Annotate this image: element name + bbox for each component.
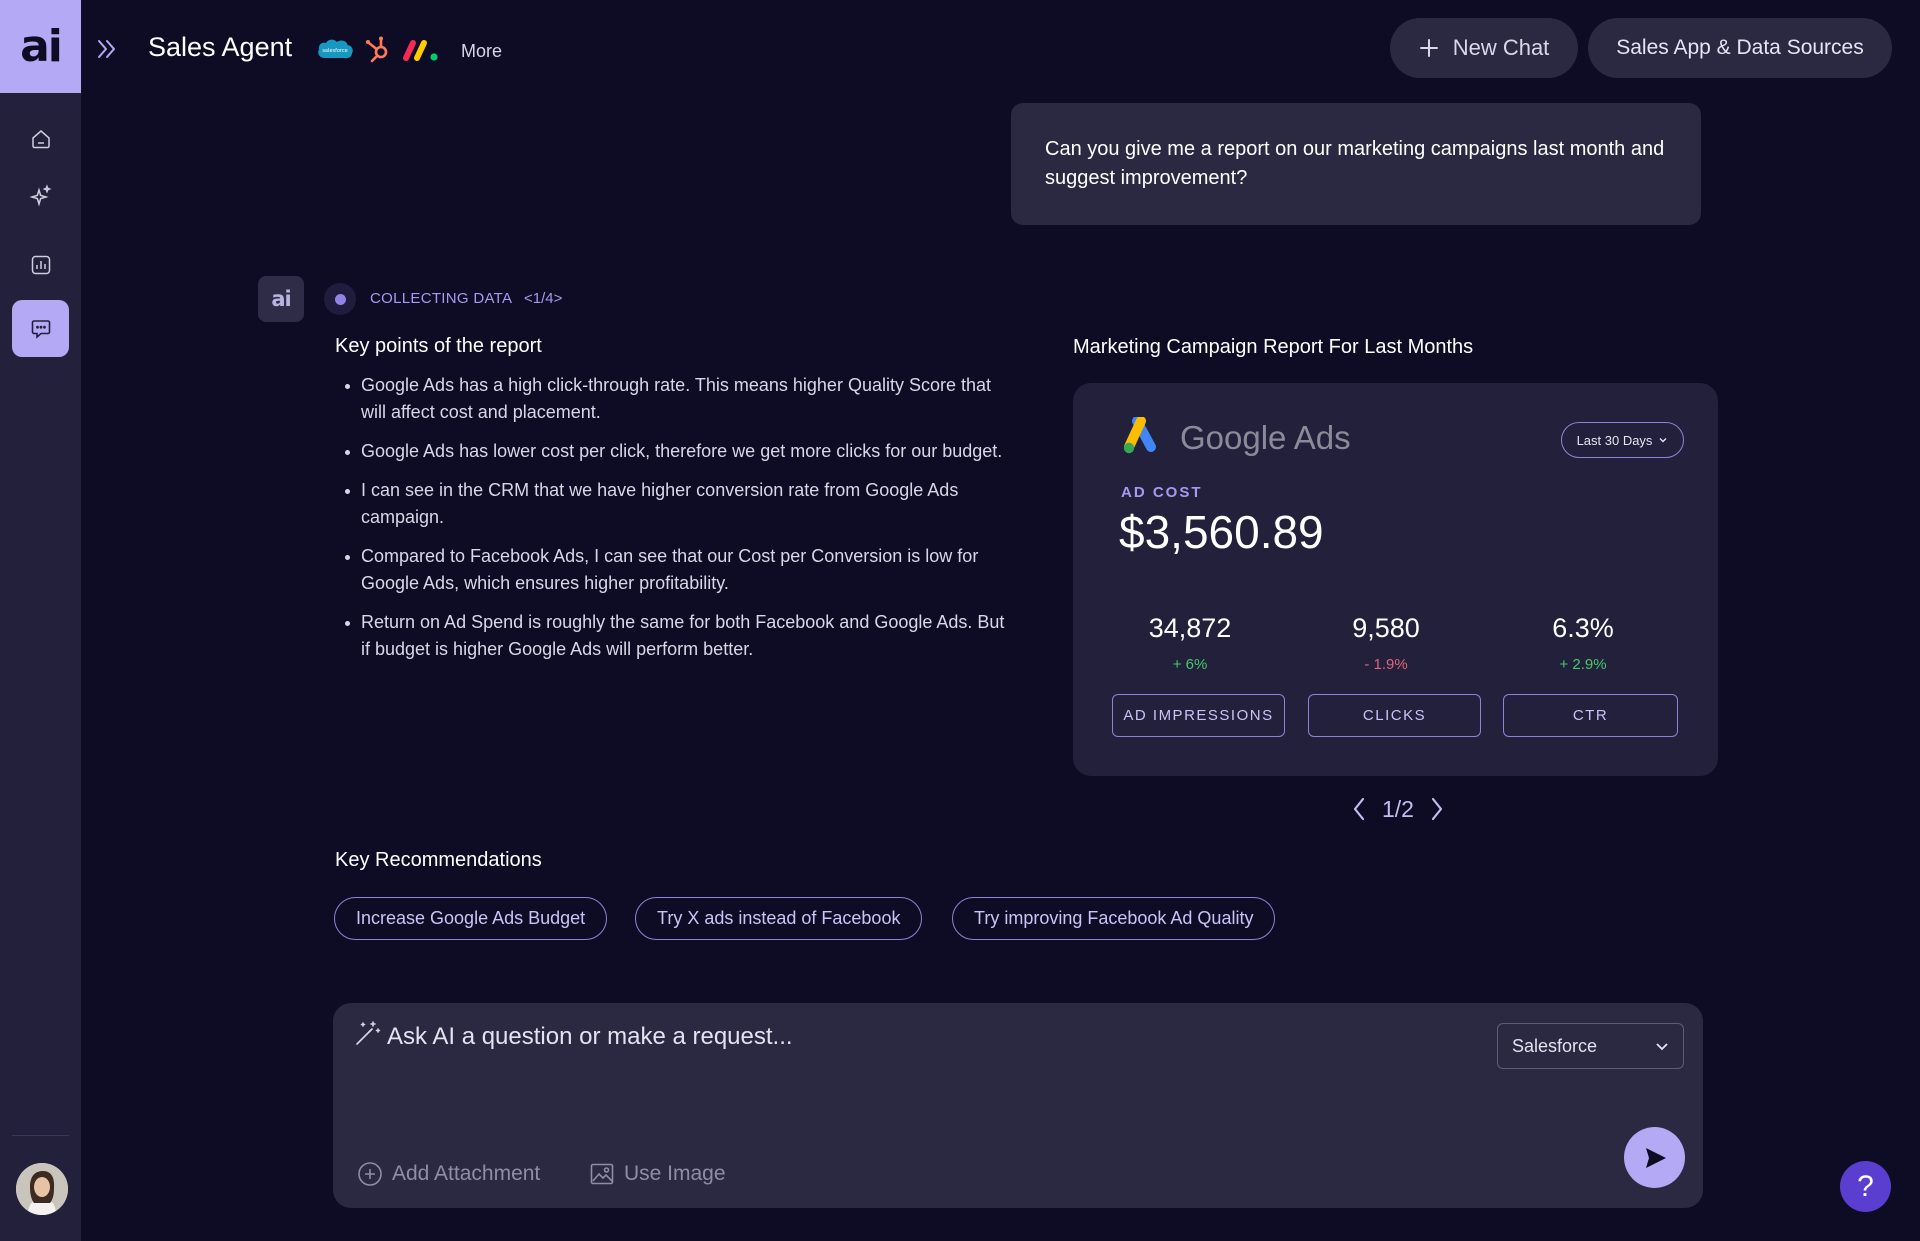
key-point: Google Ads has a high click-through rate… [335,372,1015,426]
sidebar-item-chat[interactable] [12,300,69,357]
recommendation-chip[interactable]: Try improving Facebook Ad Quality [952,897,1276,940]
sales-app-data-sources-button[interactable]: Sales App & Data Sources [1588,18,1892,78]
svg-text:salesforce: salesforce [322,48,347,54]
chevron-right-icon[interactable] [1428,795,1446,823]
metric-value: 34,872 [1148,613,1232,643]
metric-impressions: 34,872 + 6% [1104,613,1276,673]
key-points-title: Key points of the report [335,335,542,357]
key-point: I can see in the CRM that we have higher… [335,477,1015,531]
prompt-input[interactable] [387,1017,1387,1057]
plus-icon [1419,39,1438,57]
recommendation-chip[interactable]: Try X ads instead of Facebook [635,897,923,940]
key-points-list: Google Ads has a high click-through rate… [335,372,1015,675]
pager-label: 1/2 [1382,795,1414,822]
key-point: Compared to Facebook Ads, I can see that… [335,543,1015,597]
chat-icon [31,319,50,339]
metric-value: 9,580 [1352,613,1420,643]
google-ads-card: Google Ads Last 30 Days AD COST $3,560.8… [1073,383,1718,776]
key-point: Return on Ad Spend is roughly the same f… [335,609,1015,663]
data-source-value: Salesforce [1512,1035,1598,1056]
plus-circle-icon [358,1162,382,1186]
expand-sidebar-icon[interactable] [94,36,120,62]
recommendations-title: Key Recommendations [335,849,542,871]
add-attachment-button[interactable]: Add Attachment [357,1161,540,1187]
add-attachment-label: Add Attachment [392,1162,541,1185]
status-indicator [324,283,356,315]
use-image-button[interactable]: Use Image [589,1161,726,1187]
clicks-button[interactable]: CLICKS [1308,694,1481,737]
report-title: Marketing Campaign Report For Last Month… [1073,336,1474,358]
ad-cost-value: $3,560.89 [1119,506,1324,558]
key-point: Google Ads has lower cost per click, the… [335,438,1015,465]
google-ads-icon [1123,417,1156,454]
sidebar: ai [0,0,81,1241]
status-text: COLLECTING DATA [370,290,513,307]
ctr-button[interactable]: CTR [1503,694,1678,737]
hubspot-icon[interactable] [364,34,392,64]
metric-value: 6.3% [1552,613,1614,643]
new-chat-button[interactable]: New Chat [1390,18,1578,78]
user-avatar[interactable] [16,1163,68,1215]
chart-icon [31,255,50,274]
data-source-select[interactable]: Salesforce [1497,1023,1684,1069]
more-integrations-link[interactable]: More [461,41,502,62]
metric-clicks: 9,580 - 1.9% [1300,613,1472,673]
sidebar-divider [12,1135,69,1136]
app-logo[interactable]: ai [0,0,81,93]
user-message: Can you give me a report on our marketin… [1011,103,1701,225]
recommendation-chip[interactable]: Increase Google Ads Budget [334,897,608,940]
salesforce-icon[interactable]: salesforce [316,34,354,64]
monday-icon[interactable] [402,34,442,64]
ad-cost-label: AD COST [1121,484,1203,501]
sparkles-icon [28,183,52,207]
status-dot [334,293,346,305]
send-button[interactable] [1624,1127,1685,1188]
agent-title: Sales Agent [148,32,293,62]
ai-avatar: ai [258,276,304,322]
logo-text: ai [20,21,63,72]
metric-change: + 2.9% [1559,656,1607,673]
metric-change: - 1.9% [1364,656,1408,673]
user-avatar-image [16,1163,68,1215]
sources-label: Sales App & Data Sources [1616,36,1864,59]
chevron-down-icon [1659,438,1667,443]
chat-composer: Salesforce Add Attachment Use Image [333,1003,1703,1208]
sidebar-item-home[interactable] [12,110,69,167]
chevron-left-icon[interactable] [1350,795,1368,823]
ad-impressions-button[interactable]: AD IMPRESSIONS [1112,694,1285,737]
platform-title: Google Ads [1180,419,1351,456]
chevron-down-icon [1656,1043,1668,1051]
metric-ctr: 6.3% + 2.9% [1497,613,1669,673]
status-step: <1/4> [524,290,563,307]
new-chat-label: New Chat [1452,35,1550,60]
sidebar-item-reports[interactable] [12,236,69,293]
help-button[interactable]: ? [1840,1161,1891,1212]
image-icon [590,1163,614,1185]
sidebar-item-ai[interactable] [12,167,69,224]
home-icon [31,129,50,148]
date-range-select[interactable]: Last 30 Days [1561,422,1684,458]
use-image-label: Use Image [624,1162,726,1185]
magic-wand-icon [356,1021,381,1045]
metric-change: + 6% [1172,656,1208,673]
send-icon [1645,1147,1666,1168]
date-range-label: Last 30 Days [1576,432,1653,448]
ai-avatar-text: ai [271,287,291,311]
card-pager: 1/2 [1350,795,1446,823]
